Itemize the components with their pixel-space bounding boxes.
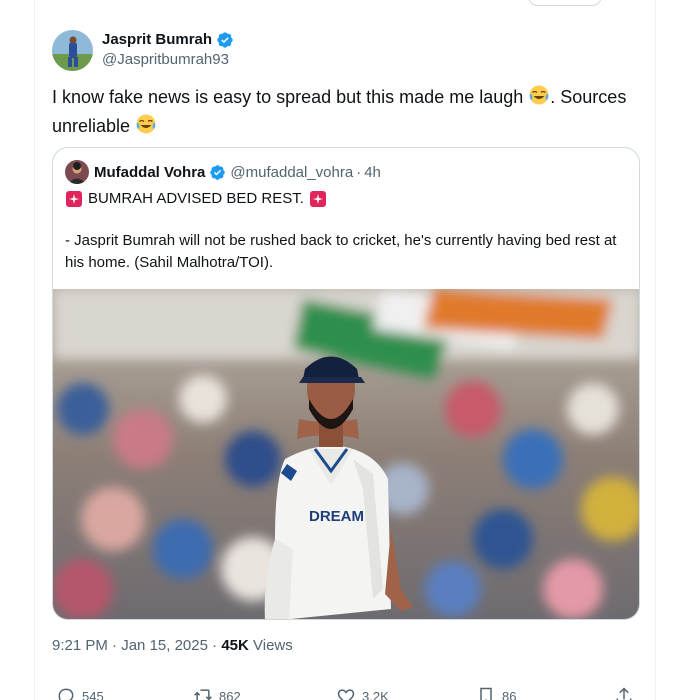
bookmark-count: 86 xyxy=(502,688,517,700)
verified-badge-icon xyxy=(216,31,234,49)
quoted-media-image[interactable]: DREAM xyxy=(53,289,639,619)
siren-icon xyxy=(309,190,327,208)
quoted-handle[interactable]: @mufaddal_vohra xyxy=(230,164,353,181)
tweet-time[interactable]: 9:21 PM xyxy=(52,637,108,654)
share-icon xyxy=(616,687,632,700)
heart-icon xyxy=(337,689,355,700)
tears-of-joy-emoji-icon xyxy=(528,84,550,113)
tears-of-joy-emoji-icon xyxy=(135,113,157,142)
quoted-display-name[interactable]: Mufaddal Vohra xyxy=(94,164,205,181)
tweet-header: Jasprit Bumrah @Jaspritbumrah93 xyxy=(52,28,234,72)
siren-icon xyxy=(65,190,83,208)
bookmark-icon xyxy=(480,687,492,700)
meta-separator: · xyxy=(112,637,118,654)
tweet-text: I know fake news is easy to spread but t… xyxy=(52,84,644,142)
tweet-meta: 9:21 PM · Jan 15, 2025 · 45K Views xyxy=(52,636,293,656)
quoted-tweet-header: Mufaddal Vohra @mufaddal_vohra · 4h xyxy=(65,160,381,184)
share-button[interactable] xyxy=(614,686,640,700)
repost-button[interactable]: 862 xyxy=(193,686,241,700)
like-count: 3.2K xyxy=(362,688,389,700)
tweet-text-part1: I know fake news is easy to spread but t… xyxy=(52,87,524,107)
reply-icon xyxy=(58,688,74,700)
quoted-timestamp[interactable]: 4h xyxy=(364,164,381,181)
display-name[interactable]: Jasprit Bumrah xyxy=(102,30,212,50)
repost-count: 862 xyxy=(219,688,241,700)
quoted-tweet[interactable]: Mufaddal Vohra @mufaddal_vohra · 4h BUMR… xyxy=(52,147,640,620)
quoted-headline: BUMRAH ADVISED BED REST. xyxy=(88,190,304,207)
reply-count: 545 xyxy=(82,688,104,700)
repost-icon xyxy=(194,689,212,700)
top-menu-button[interactable] xyxy=(528,0,602,6)
action-bar: 545 862 3.2K 86 xyxy=(52,686,640,700)
handle[interactable]: @Jaspritbumrah93 xyxy=(102,50,234,70)
views-count: 45K xyxy=(221,637,249,654)
verified-badge-icon xyxy=(209,164,226,181)
tweet-date[interactable]: Jan 15, 2025 xyxy=(121,637,208,654)
like-button[interactable]: 3.2K xyxy=(336,686,389,700)
jersey-sponsor-text: DREAM xyxy=(309,508,364,525)
quoted-avatar[interactable] xyxy=(65,160,89,184)
quoted-body: - Jasprit Bumrah will not be rushed back… xyxy=(65,232,617,271)
views-label: Views xyxy=(253,637,293,654)
bookmark-button[interactable]: 86 xyxy=(476,686,516,700)
meta-separator: · xyxy=(212,637,218,654)
reply-button[interactable]: 545 xyxy=(56,686,104,700)
avatar[interactable] xyxy=(52,29,93,71)
quoted-separator: · xyxy=(356,163,362,181)
quoted-headline-row: BUMRAH ADVISED BED REST. xyxy=(65,188,625,210)
